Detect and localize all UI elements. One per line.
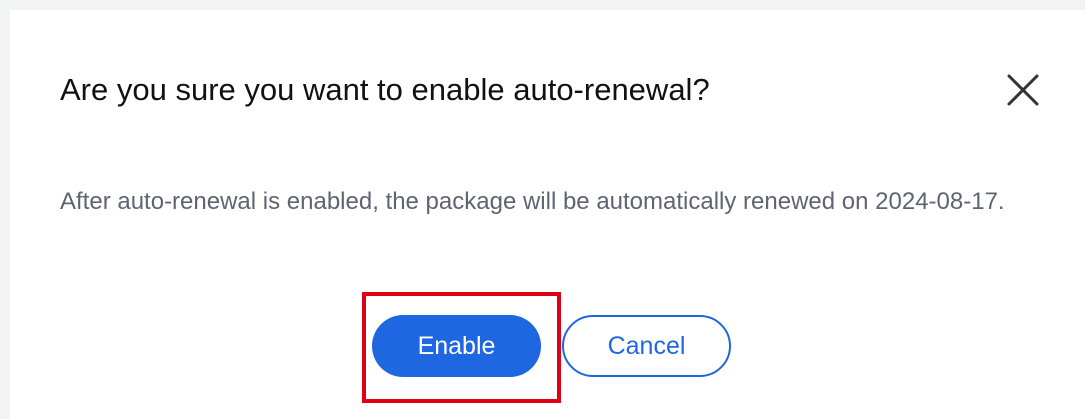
enable-button[interactable]: Enable	[372, 315, 541, 377]
close-button[interactable]	[995, 62, 1051, 118]
auto-renewal-dialog: Are you sure you want to enable auto-ren…	[10, 10, 1085, 419]
dialog-title: Are you sure you want to enable auto-ren…	[60, 72, 710, 107]
cancel-button[interactable]: Cancel	[562, 315, 731, 377]
close-icon	[1007, 74, 1039, 106]
dialog-message: After auto-renewal is enabled, the packa…	[60, 188, 1005, 215]
